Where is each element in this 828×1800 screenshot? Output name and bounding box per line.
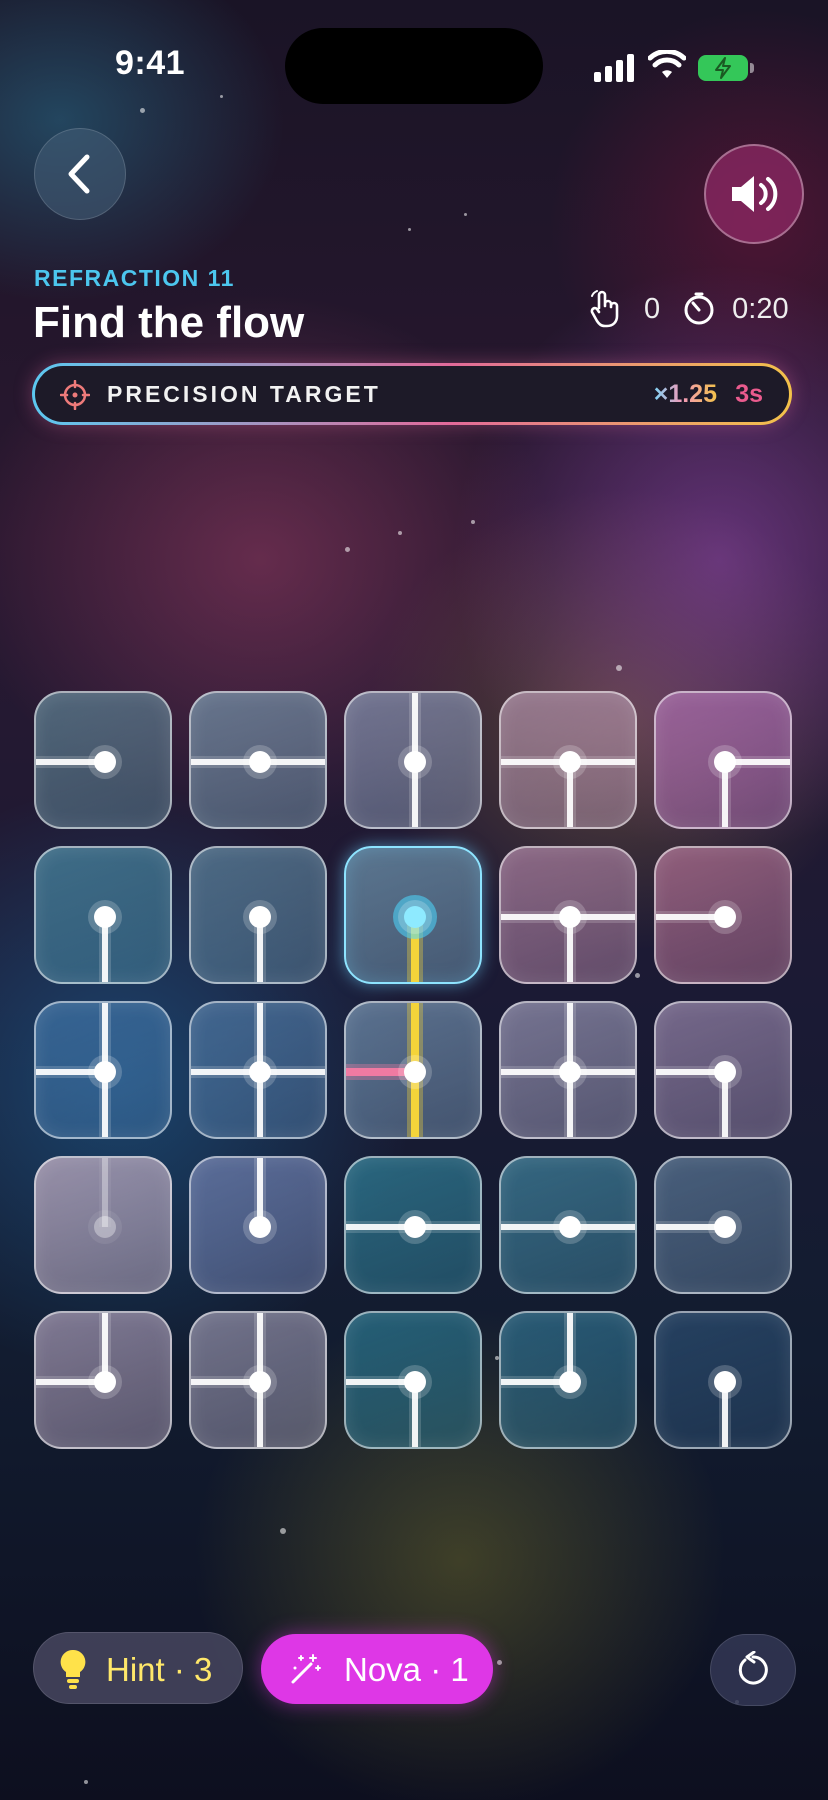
pipe-node bbox=[404, 906, 426, 928]
grid-tile[interactable] bbox=[344, 1001, 482, 1139]
grid-tile[interactable] bbox=[344, 1156, 482, 1294]
level-label: REFRACTION 11 bbox=[34, 265, 235, 291]
nova-label: Nova · 1 bbox=[344, 1651, 469, 1688]
pipe-node bbox=[249, 1216, 271, 1238]
grid-tile[interactable] bbox=[189, 1311, 327, 1449]
grid-tile[interactable] bbox=[189, 846, 327, 984]
grid-tile[interactable] bbox=[499, 846, 637, 984]
grid-tile[interactable] bbox=[189, 691, 327, 829]
magic-wand-icon bbox=[291, 1654, 321, 1684]
star bbox=[408, 228, 411, 231]
grid-tile[interactable] bbox=[654, 1311, 792, 1449]
pipe-node bbox=[714, 1371, 736, 1393]
pipe-node bbox=[404, 751, 426, 773]
pipe-node bbox=[249, 1371, 271, 1393]
pipe-node bbox=[249, 751, 271, 773]
tap-hand-icon bbox=[590, 290, 619, 328]
star bbox=[280, 1528, 286, 1534]
hint-button[interactable]: Hint · 3 bbox=[33, 1632, 243, 1704]
pipe-node bbox=[94, 1371, 116, 1393]
grid-tile[interactable] bbox=[344, 1311, 482, 1449]
target-label: PRECISION TARGET bbox=[107, 381, 381, 407]
grid-tile[interactable] bbox=[499, 1156, 637, 1294]
grid-tile[interactable] bbox=[654, 846, 792, 984]
moves-count: 0 bbox=[644, 292, 661, 325]
pipe-node bbox=[404, 1216, 426, 1238]
grid-tile[interactable] bbox=[189, 1001, 327, 1139]
timer-value: 0:20 bbox=[732, 292, 789, 325]
pipe-node bbox=[94, 1216, 116, 1238]
pipe-node bbox=[714, 1216, 736, 1238]
score-multiplier: ×1.25 bbox=[653, 380, 717, 408]
grid-tile[interactable] bbox=[34, 1001, 172, 1139]
puzzle-grid bbox=[34, 691, 794, 1453]
cellular-signal-icon bbox=[594, 52, 634, 82]
star bbox=[398, 531, 402, 535]
hint-label: Hint · 3 bbox=[106, 1651, 213, 1688]
precision-target-banner: PRECISION TARGET ×1.25 3s bbox=[32, 363, 792, 425]
pipe-node bbox=[404, 1061, 426, 1083]
star bbox=[220, 95, 223, 98]
reset-icon bbox=[738, 1651, 768, 1685]
pipe-node bbox=[559, 1061, 581, 1083]
grid-tile[interactable] bbox=[499, 691, 637, 829]
status-time: 9:41 bbox=[115, 44, 186, 82]
reset-button[interactable] bbox=[710, 1634, 796, 1706]
pipe-node bbox=[94, 906, 116, 928]
pipe-node bbox=[404, 1371, 426, 1393]
stats-row: 0 0:20 bbox=[588, 290, 789, 328]
star bbox=[464, 213, 467, 216]
star bbox=[497, 1660, 502, 1665]
pipe-node bbox=[714, 906, 736, 928]
grid-tile[interactable] bbox=[34, 846, 172, 984]
grid-tile[interactable] bbox=[344, 846, 482, 984]
star bbox=[345, 547, 350, 552]
pipe-node bbox=[559, 1216, 581, 1238]
pipe-node bbox=[559, 751, 581, 773]
pipe-node bbox=[714, 1061, 736, 1083]
wifi-icon bbox=[648, 50, 686, 78]
pipe-node bbox=[559, 1371, 581, 1393]
battery-charging-icon bbox=[698, 55, 754, 81]
pipe-node bbox=[249, 1061, 271, 1083]
grid-tile[interactable] bbox=[34, 691, 172, 829]
chevron-left-icon bbox=[68, 154, 90, 194]
grid-tile[interactable] bbox=[34, 1311, 172, 1449]
pipe-node bbox=[249, 906, 271, 928]
dynamic-island bbox=[285, 28, 543, 104]
pipe-node bbox=[714, 751, 736, 773]
grid-tile[interactable] bbox=[189, 1156, 327, 1294]
stopwatch-icon bbox=[684, 292, 714, 325]
page-title: Find the flow bbox=[33, 298, 305, 347]
pipe-node bbox=[559, 906, 581, 928]
back-button[interactable] bbox=[34, 128, 126, 220]
lightbulb-icon bbox=[60, 1649, 86, 1689]
grid-tile[interactable] bbox=[499, 1001, 637, 1139]
grid-tile[interactable] bbox=[344, 691, 482, 829]
pipe-node bbox=[94, 751, 116, 773]
pipe-node bbox=[94, 1061, 116, 1083]
crosshair-icon bbox=[60, 380, 90, 410]
star bbox=[84, 1780, 88, 1784]
grid-tile[interactable] bbox=[654, 691, 792, 829]
sound-toggle-button[interactable] bbox=[704, 144, 804, 244]
star bbox=[471, 520, 475, 524]
grid-tile[interactable] bbox=[654, 1001, 792, 1139]
speaker-wave-icon bbox=[732, 176, 778, 212]
target-seconds: 3s bbox=[735, 380, 763, 408]
star bbox=[140, 108, 145, 113]
grid-tile[interactable] bbox=[34, 1156, 172, 1294]
nova-button[interactable]: Nova · 1 bbox=[261, 1634, 493, 1704]
star bbox=[616, 665, 622, 671]
grid-tile[interactable] bbox=[499, 1311, 637, 1449]
grid-tile[interactable] bbox=[654, 1156, 792, 1294]
